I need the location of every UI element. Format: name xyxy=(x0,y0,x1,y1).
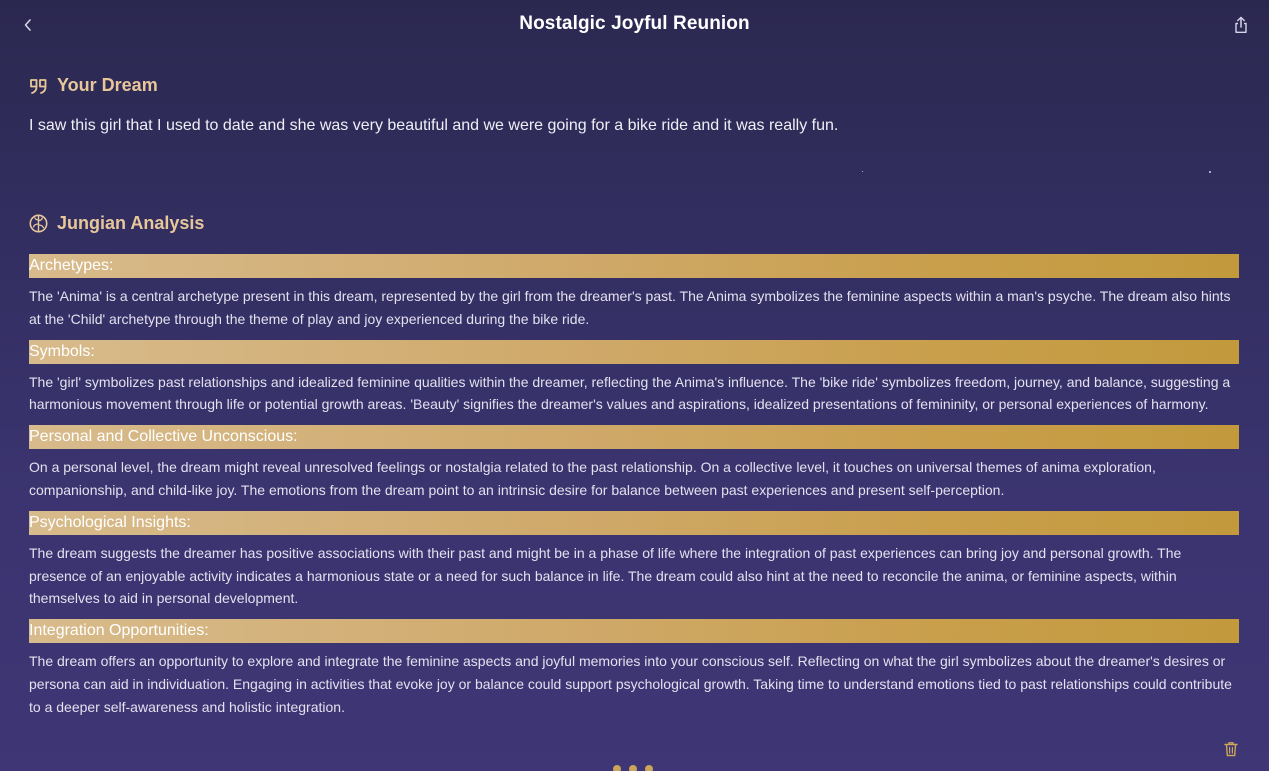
loading-indicator xyxy=(613,765,653,771)
loading-dot xyxy=(645,765,653,771)
dream-heading-label: Your Dream xyxy=(57,75,158,95)
analysis-heading-label: Jungian Analysis xyxy=(57,213,205,233)
top-bar: Nostalgic Joyful Reunion xyxy=(0,0,1269,50)
section-body: The dream suggests the dreamer has posit… xyxy=(29,544,1182,607)
quote-icon xyxy=(29,76,48,95)
dream-text: I saw this girl that I used to date and … xyxy=(29,117,839,134)
delete-button[interactable] xyxy=(1221,739,1241,759)
section-body: The 'Anima' is a central archetype prese… xyxy=(29,288,1231,327)
analysis-content: Archetypes: The 'Anima' is a central arc… xyxy=(29,254,1239,728)
loading-dot xyxy=(629,765,637,771)
section-title: Psychological Insights: xyxy=(29,510,1239,535)
analysis-section-integration: Integration Opportunities: The dream off… xyxy=(29,619,1239,727)
share-button[interactable] xyxy=(1231,13,1251,37)
section-title: Archetypes: xyxy=(29,254,1239,278)
section-body: The dream offers an opportunity to explo… xyxy=(29,653,1232,715)
loading-dot xyxy=(613,765,621,771)
page-title: Nostalgic Joyful Reunion xyxy=(519,13,750,34)
brain-icon xyxy=(29,214,48,233)
dream-heading: Your Dream xyxy=(29,75,158,96)
section-title: Symbols: xyxy=(29,339,1239,364)
share-icon xyxy=(1235,16,1247,33)
trash-icon xyxy=(1224,742,1238,757)
analysis-heading: Jungian Analysis xyxy=(29,213,204,234)
analysis-section-insights: Psychological Insights: The dream sugges… xyxy=(29,510,1239,619)
section-body: On a personal level, the dream might rev… xyxy=(29,459,1156,498)
analysis-section-archetypes: Archetypes: The 'Anima' is a central arc… xyxy=(29,254,1239,340)
analysis-section-symbols: Symbols: The 'girl' symbolizes past rela… xyxy=(29,339,1239,426)
section-title: Integration Opportunities: xyxy=(29,619,1239,644)
section-title: Personal and Collective Unconscious: xyxy=(29,425,1239,450)
analysis-section-unconscious: Personal and Collective Unconscious: On … xyxy=(29,425,1239,511)
star-decoration xyxy=(1209,171,1211,173)
section-body: The 'girl' symbolizes past relationships… xyxy=(29,373,1231,413)
star-decoration xyxy=(862,171,863,172)
